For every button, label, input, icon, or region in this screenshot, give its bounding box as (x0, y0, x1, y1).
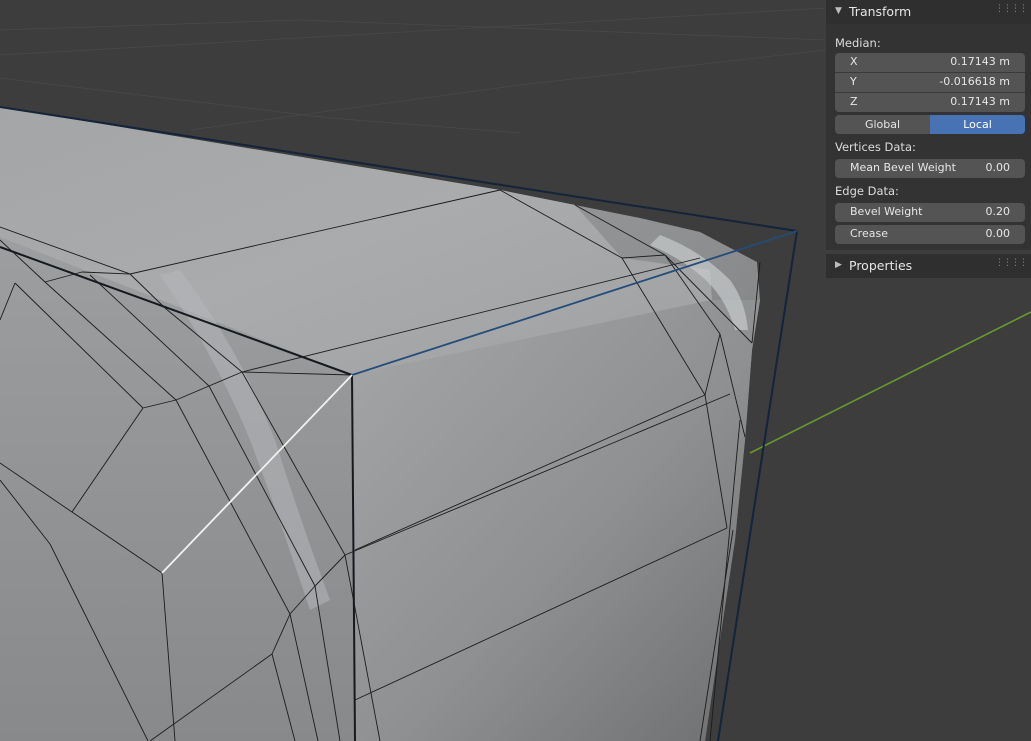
transform-panel-header[interactable]: ▼ Transform ⋮⋮⋮⋮ (826, 0, 1031, 24)
median-x-field[interactable]: X 0.17143 m (835, 53, 1025, 72)
median-y-value: -0.016618 m (939, 75, 1010, 88)
crease-field[interactable]: Crease 0.00 (835, 225, 1025, 244)
crease-value: 0.00 (985, 227, 1011, 240)
collapse-triangle-icon: ▶ (835, 260, 842, 270)
mean-bevel-weight-value: 0.00 (985, 161, 1011, 174)
edge-data-label: Edge Data: (835, 184, 899, 198)
median-label: Median: (835, 36, 881, 50)
bevel-weight-value: 0.20 (985, 205, 1011, 218)
median-y-field[interactable]: Y -0.016618 m (835, 73, 1025, 92)
median-x-value: 0.17143 m (950, 55, 1010, 68)
median-x-label: X (850, 55, 858, 68)
median-z-value: 0.17143 m (950, 95, 1010, 108)
median-z-field[interactable]: Z 0.17143 m (835, 93, 1025, 112)
mesh-right-face (352, 300, 760, 741)
bevel-weight-field[interactable]: Bevel Weight 0.20 (835, 203, 1025, 222)
drag-grip-icon[interactable]: ⋮⋮⋮⋮ (995, 258, 1028, 268)
median-y-label: Y (850, 75, 857, 88)
properties-panel-header[interactable]: ▶ Properties ⋮⋮⋮⋮ (826, 254, 1031, 278)
properties-panel-title: Properties (849, 258, 913, 273)
crease-label: Crease (850, 227, 888, 240)
drag-grip-icon[interactable]: ⋮⋮⋮⋮ (995, 4, 1028, 14)
local-toggle-button[interactable]: Local (930, 115, 1025, 134)
vertices-data-label: Vertices Data: (835, 140, 916, 154)
mean-bevel-weight-label: Mean Bevel Weight (850, 161, 956, 174)
expand-triangle-icon: ▼ (835, 6, 842, 16)
bevel-weight-label: Bevel Weight (850, 205, 923, 218)
transform-panel-body: Median: X 0.17143 m Y -0.016618 m Z 0.17… (826, 24, 1031, 250)
global-toggle-button[interactable]: Global (835, 115, 930, 134)
transform-panel-title: Transform (849, 4, 912, 19)
median-z-label: Z (850, 95, 858, 108)
mean-bevel-weight-field[interactable]: Mean Bevel Weight 0.00 (835, 159, 1025, 178)
sidebar-panel: ▼ Transform ⋮⋮⋮⋮ Median: X 0.17143 m Y -… (826, 0, 1031, 280)
